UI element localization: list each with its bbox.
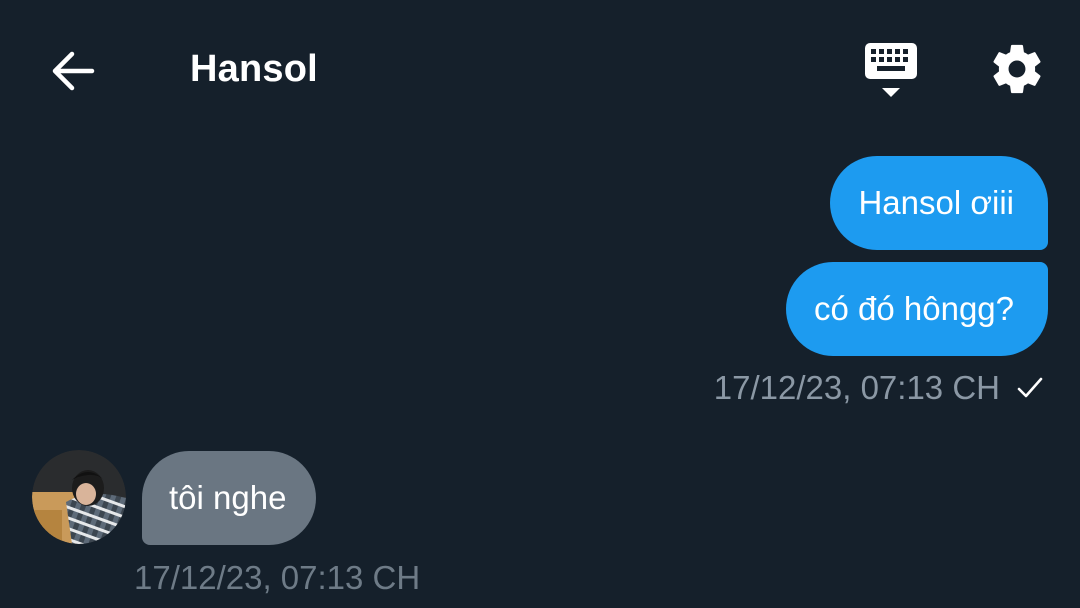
arrow-left-icon <box>52 51 95 91</box>
incoming-message[interactable]: tôi nghe <box>142 451 317 545</box>
outgoing-meta: 17/12/23, 07:13 CH <box>714 366 1044 410</box>
dm-conversation-screen: Hansol Hansol ơiii có đó hôngg? 17/12/23… <box>0 0 1080 608</box>
message-timestamp: 17/12/23, 07:13 CH <box>134 559 421 596</box>
conversation-title[interactable]: Hansol <box>190 46 318 92</box>
gear-icon <box>993 44 1041 94</box>
outgoing-message[interactable]: có đó hôngg? <box>785 262 1048 356</box>
avatar-photo-icon <box>32 450 126 544</box>
message-timestamp: 17/12/23, 07:13 CH <box>713 369 1000 406</box>
check-icon <box>1017 377 1043 398</box>
avatar[interactable] <box>32 450 126 544</box>
keyboard-button[interactable] <box>858 38 924 102</box>
message-text: Hansol ơiii <box>858 184 1014 221</box>
message-text: có đó hôngg? <box>813 290 1014 327</box>
back-button[interactable] <box>44 42 102 100</box>
keyboard-icon <box>865 43 917 97</box>
message-text: tôi nghe <box>169 479 287 516</box>
settings-button[interactable] <box>988 40 1046 98</box>
outgoing-message[interactable]: Hansol ơiii <box>830 156 1048 250</box>
